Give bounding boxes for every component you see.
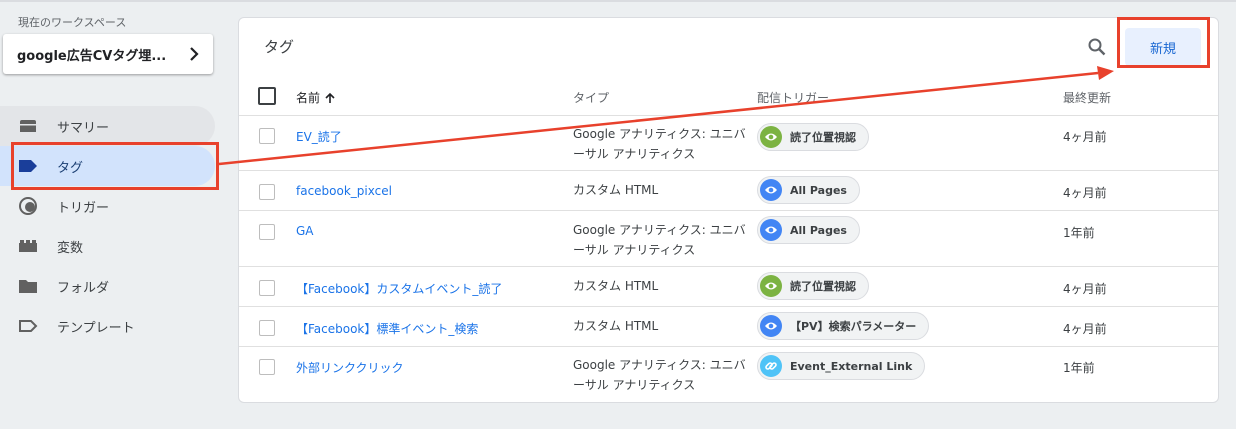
tag-type: カスタム HTML [573,319,659,333]
sidebar-item-summary[interactable]: サマリー [0,106,215,146]
sidebar-item-label: タグ [57,160,84,176]
last-updated: 1年前 [1063,226,1095,240]
tag-name-link[interactable]: 外部リンククリック [296,359,404,376]
tag-type: カスタム HTML [573,279,659,293]
sidebar-nav: サマリー タグ トリガー 変数 フォルダ テンプレート [0,106,215,346]
tag-type: Google アナリティクス: ユニバーサル アナリティクス [573,358,746,392]
trigger-chip[interactable]: All Pages [757,216,860,244]
trigger-chip[interactable]: 読了位置視認 [757,123,869,151]
row-checkbox[interactable] [259,320,275,336]
column-header-updated[interactable]: 最終更新 [1063,89,1111,106]
row-checkbox[interactable] [259,280,275,296]
sidebar-item-label: 変数 [57,240,84,256]
folder-icon [17,277,39,295]
trigger-label: All Pages [790,223,847,237]
select-all-checkbox[interactable] [258,87,276,105]
workspace-selector[interactable]: google広告CVタグ埋... [3,34,213,74]
variables-icon [17,237,39,255]
column-header-name[interactable]: 名前 [296,89,336,106]
trigger-chip[interactable]: Event_External Link [757,352,926,380]
tag-icon [17,157,39,175]
column-label: 名前 [296,91,321,105]
tag-name-link[interactable]: facebook_pixcel [296,184,392,198]
tag-name-link[interactable]: GA [296,224,314,238]
sidebar-item-label: サマリー [57,120,110,136]
card-title: タグ [264,38,295,56]
sidebar-item-triggers[interactable]: トリガー [0,186,215,226]
link-icon [760,355,782,377]
table-row[interactable]: 【Facebook】標準イベント_検索 カスタム HTML 【PV】検索パラメーター… [239,307,1218,347]
workspace-name: google広告CVタグ埋... [17,48,167,64]
last-updated: 1年前 [1063,361,1095,375]
workspace-label: 現在のワークスペース [18,16,127,29]
tags-card: タグ 新規 名前 タイプ 配信トリガー 最終更新 EV_読了 Google アナリ… [238,17,1219,403]
chevron-right-icon [187,47,201,61]
tag-name-link[interactable]: EV_読了 [296,128,342,145]
column-header-type[interactable]: タイプ [573,89,609,106]
sidebar-item-label: トリガー [57,200,110,216]
new-tag-button[interactable]: 新規 [1125,28,1201,66]
table-header: 名前 タイプ 配信トリガー 最終更新 [239,78,1218,116]
table-row[interactable]: 【Facebook】カスタムイベント_読了 カスタム HTML 読了位置視認 4ヶ月前 [239,267,1218,307]
trigger-label: Event_External Link [790,359,913,373]
sidebar-item-templates[interactable]: テンプレート [0,306,215,346]
trigger-label: 読了位置視認 [790,280,856,293]
search-icon[interactable] [1087,37,1107,57]
summary-icon [17,117,39,135]
eye-icon [760,219,782,241]
sidebar-item-folders[interactable]: フォルダ [0,266,215,306]
table-row[interactable]: EV_読了 Google アナリティクス: ユニバーサル アナリティクス 読了位置視… [239,116,1218,171]
table-row[interactable]: GA Google アナリティクス: ユニバーサル アナリティクス All Page… [239,211,1218,267]
tag-name-link[interactable]: 【Facebook】標準イベント_検索 [296,320,478,337]
eye-icon [760,179,782,201]
sidebar-item-label: フォルダ [57,280,110,296]
last-updated: 4ヶ月前 [1063,322,1107,336]
row-checkbox[interactable] [259,224,275,240]
sidebar-item-variables[interactable]: 変数 [0,226,215,266]
sidebar-item-tags[interactable]: タグ [0,146,215,186]
trigger-icon [17,197,39,215]
template-icon [17,317,39,335]
row-checkbox[interactable] [259,184,275,200]
table-row[interactable]: facebook_pixcel カスタム HTML All Pages 4ヶ月前 [239,171,1218,211]
trigger-chip[interactable]: All Pages [757,176,860,204]
last-updated: 4ヶ月前 [1063,186,1107,200]
top-divider [0,0,1236,2]
row-checkbox[interactable] [259,359,275,375]
last-updated: 4ヶ月前 [1063,282,1107,296]
last-updated: 4ヶ月前 [1063,130,1107,144]
tag-type: カスタム HTML [573,183,659,197]
arrow-up-icon [325,92,335,103]
sidebar-item-label: テンプレート [57,320,135,336]
eye-icon [760,275,782,297]
trigger-label: All Pages [790,183,847,197]
trigger-label: 【PV】検索パラメーター [790,320,917,333]
tag-type: Google アナリティクス: ユニバーサル アナリティクス [573,223,746,257]
table-row[interactable]: 外部リンククリック Google アナリティクス: ユニバーサル アナリティクス E… [239,347,1218,402]
tag-type: Google アナリティクス: ユニバーサル アナリティクス [573,127,746,161]
eye-icon [760,126,782,148]
trigger-label: 読了位置視認 [790,131,856,144]
eye-icon [760,315,782,337]
trigger-chip[interactable]: 読了位置視認 [757,272,869,300]
row-checkbox[interactable] [259,128,275,144]
trigger-chip[interactable]: 【PV】検索パラメーター [757,312,930,340]
tag-name-link[interactable]: 【Facebook】カスタムイベント_読了 [296,280,502,297]
column-header-trigger[interactable]: 配信トリガー [757,89,829,106]
